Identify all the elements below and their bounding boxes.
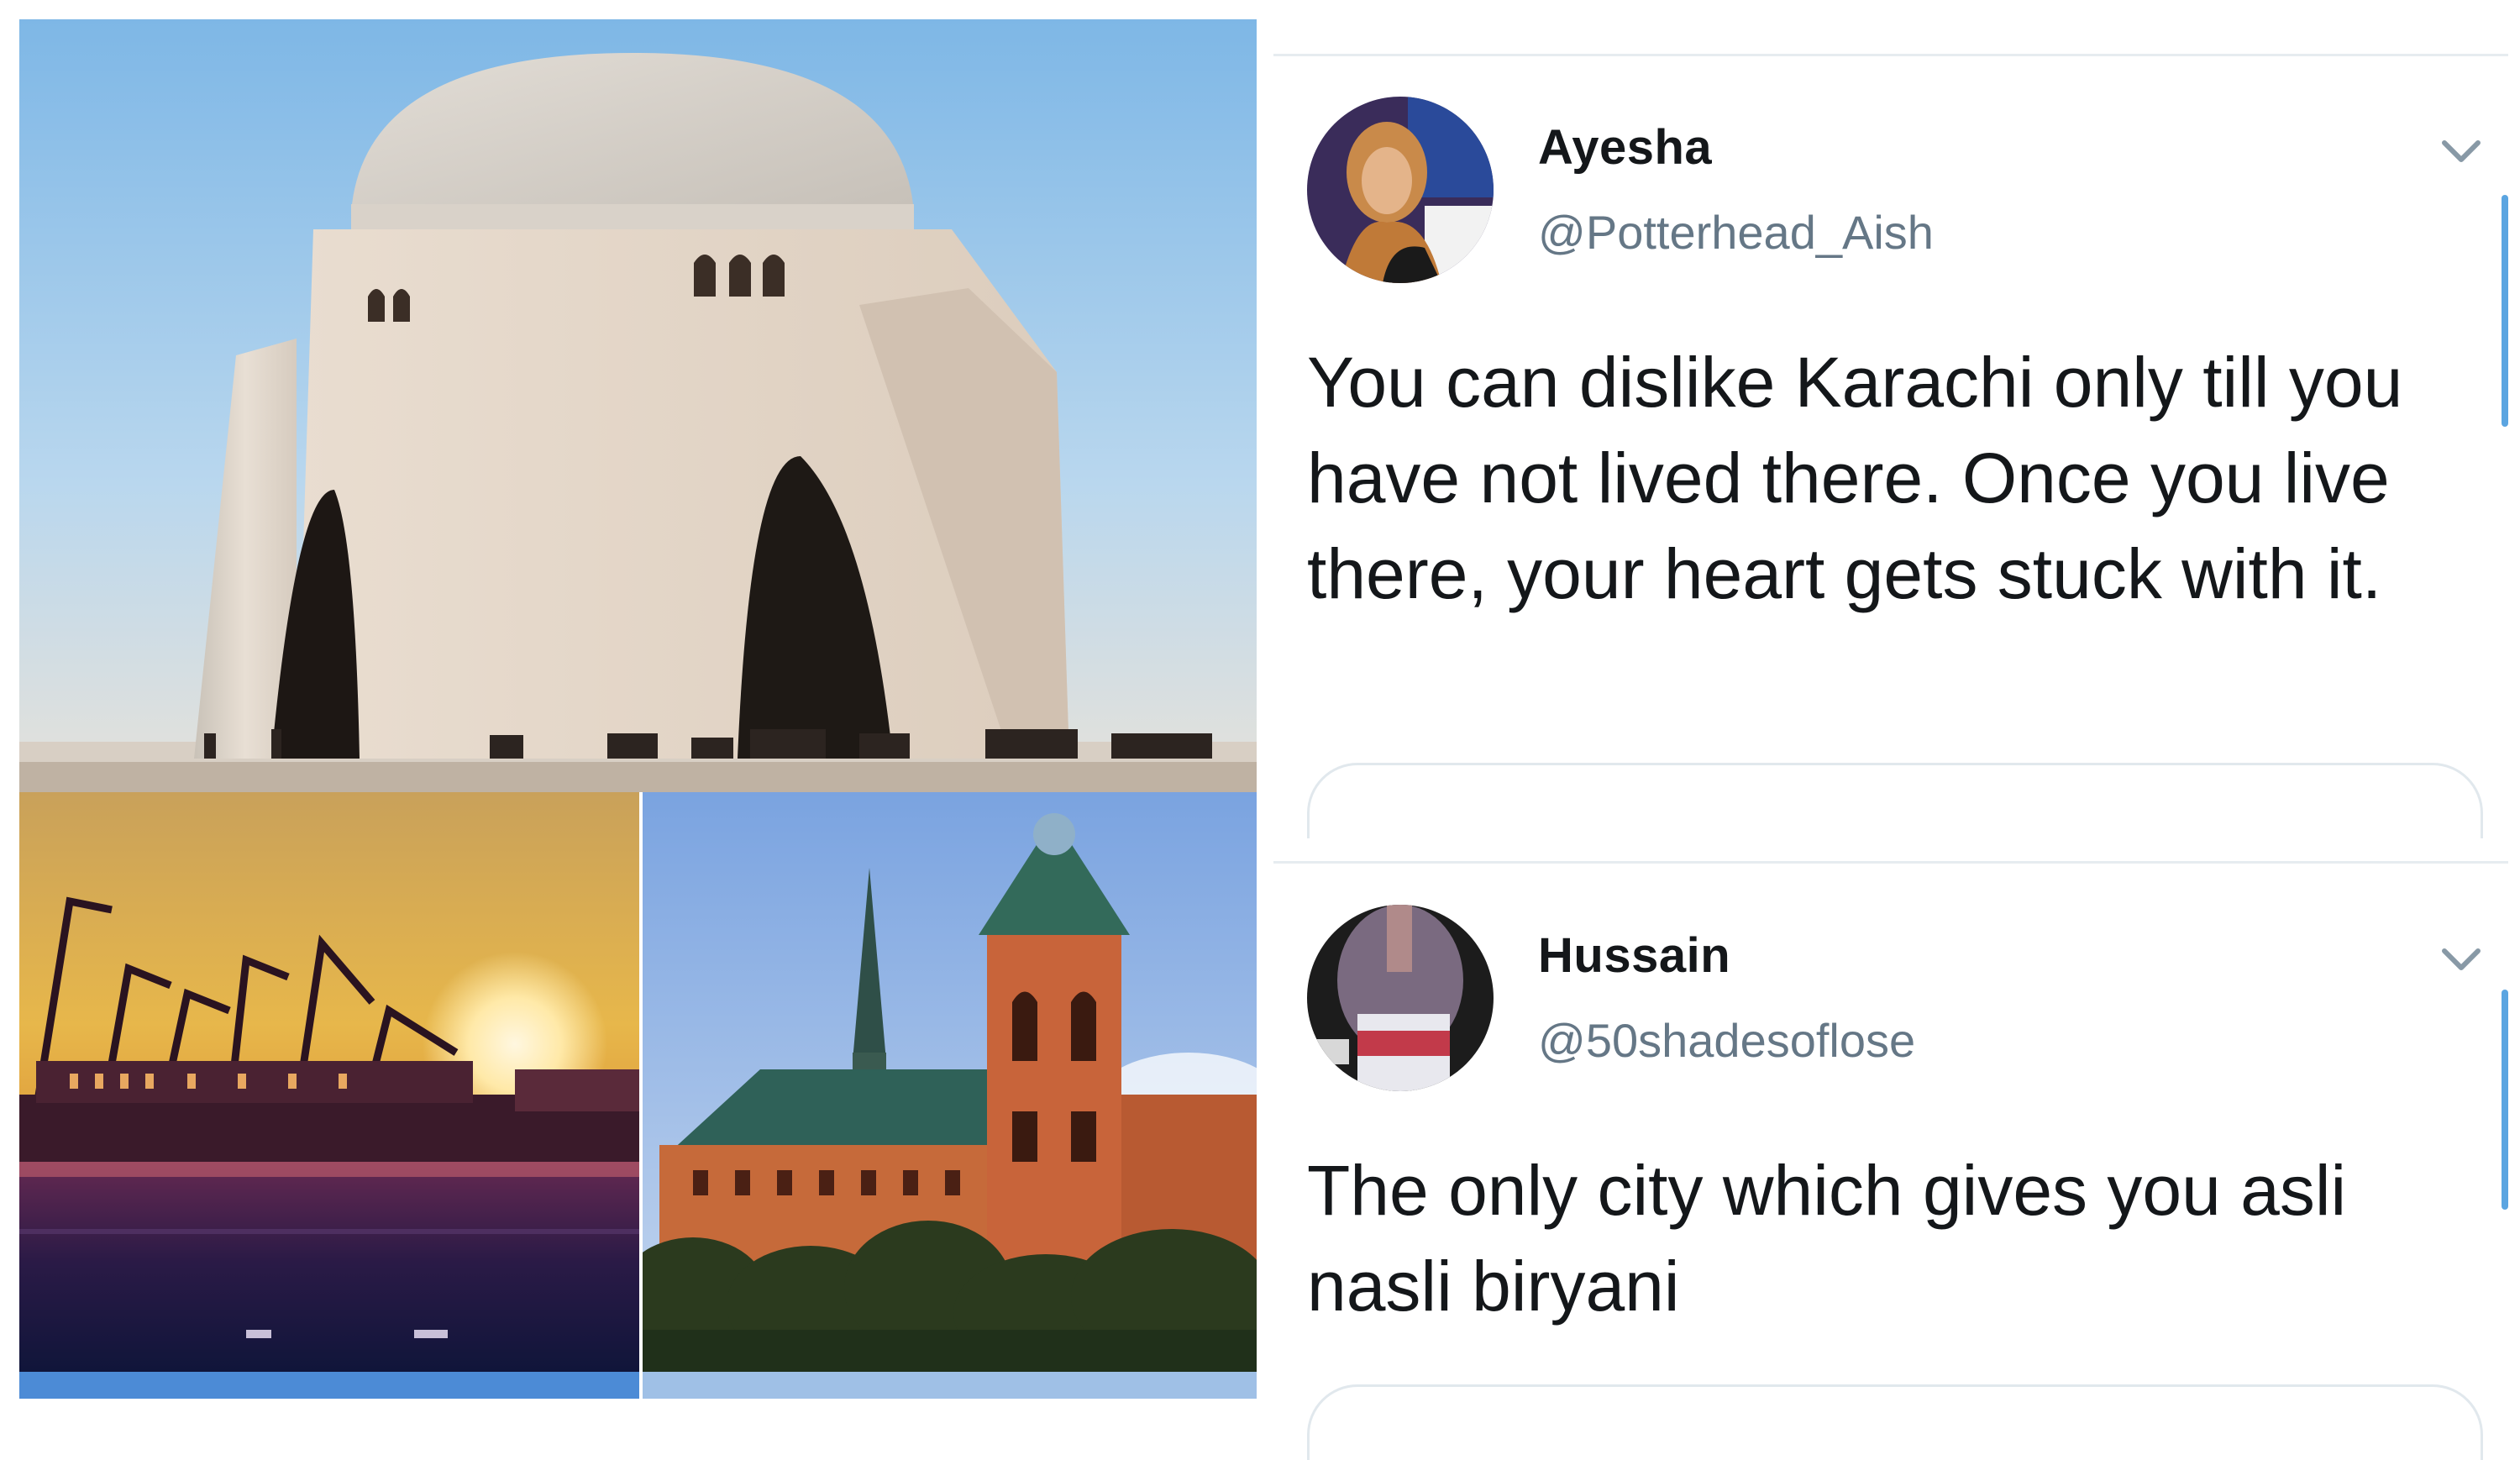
divider — [1273, 861, 2508, 864]
frere-hall-photo[interactable] — [643, 792, 1257, 1372]
chevron-down-icon[interactable] — [2436, 943, 2486, 976]
user-handle[interactable]: @Potterhead_Aish — [1538, 205, 1934, 260]
avatar[interactable] — [1307, 905, 1494, 1091]
tweet-text: The only city which gives you asli nasli… — [1307, 1151, 2347, 1326]
divider — [1273, 54, 2508, 56]
photo-collage — [19, 19, 1257, 1399]
link-card[interactable] — [1307, 763, 2483, 838]
mausoleum-photo[interactable] — [19, 19, 1257, 792]
user-name[interactable]: Ayesha — [1538, 119, 1712, 176]
user-name[interactable]: Hussain — [1538, 927, 1730, 984]
photo-strip — [643, 1372, 1257, 1399]
chevron-down-icon[interactable] — [2436, 134, 2486, 168]
user-handle[interactable]: @50shadesoflose — [1538, 1013, 1915, 1068]
tweet-text: You can dislike Karachi only till you ha… — [1307, 343, 2403, 613]
thread-bar — [2502, 195, 2508, 427]
avatar[interactable] — [1307, 97, 1494, 283]
port-sunset-photo[interactable] — [19, 792, 639, 1372]
tweet-feed: Ayesha @Potterhead_Aish You can dislike … — [1273, 0, 2520, 1460]
link-card[interactable] — [1307, 1384, 2483, 1460]
photo-strip — [19, 1372, 639, 1399]
thread-bar — [2502, 990, 2508, 1210]
